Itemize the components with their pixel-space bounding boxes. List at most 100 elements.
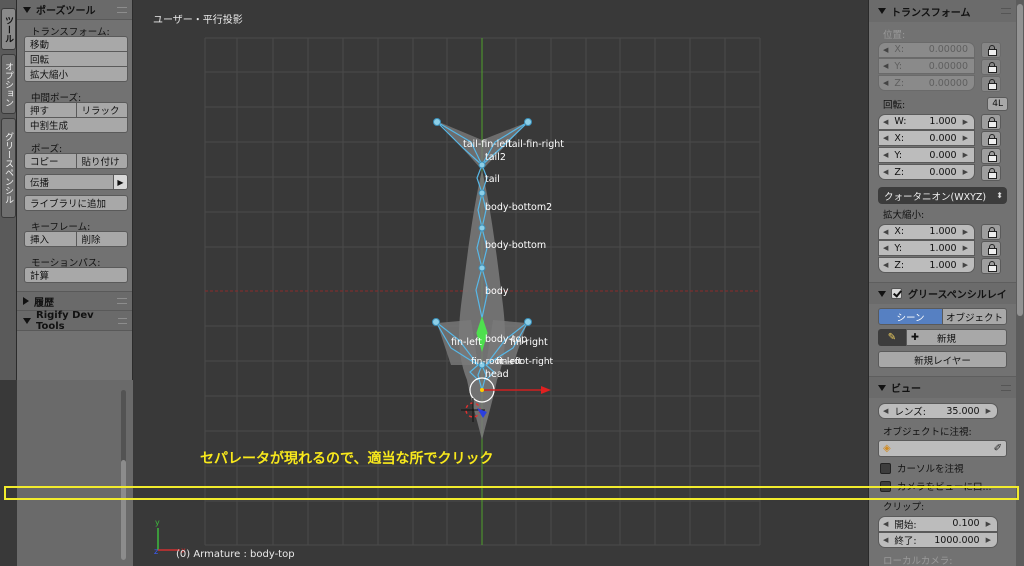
bone-label: body-bottom2 [485,202,553,213]
increment-arrow-icon: ▶ [962,261,968,269]
lock-icon [987,117,997,128]
lock-icon [987,244,997,255]
lock-object-field[interactable]: ◈ ✐ [878,440,1007,457]
rotation-w-lock-button[interactable] [981,113,1001,130]
location-z-lock-button[interactable] [981,75,1001,92]
calculate-motion-path-button[interactable]: 計算 [24,267,128,283]
location-x-lock-button[interactable] [981,41,1001,58]
lock-icon [987,62,997,73]
clip-end-field[interactable]: ◀ 終了: 1000.000 ▶ [878,532,998,548]
rigify-header[interactable]: Rigify Dev Tools [17,310,132,332]
rotation-4l-toggle[interactable]: 4L [987,96,1008,111]
rotation-x-field[interactable]: ◀ X: 0.000 ▶ [878,130,975,146]
transform-panel-header[interactable]: トランスフォーム [869,0,1016,22]
insert-keyframe-button[interactable]: 挿入 [24,231,77,247]
viewport-grid: y x z [154,37,761,556]
rotation-mode-select[interactable]: クォータニオン(WXYZ) ⬍ [878,187,1007,204]
increment-arrow-icon: ▶ [962,151,968,159]
properties-scrollbar[interactable] [1016,0,1024,566]
drag-grip-icon[interactable] [1001,8,1011,14]
scale-x-lock-button[interactable] [981,223,1001,240]
inbetween-label: 中間ポーズ: [31,93,82,104]
location-label: 位置: [883,29,906,41]
location-y-lock-button[interactable] [981,58,1001,75]
clip-start-field[interactable]: ◀ 開始: 0.100 ▶ [878,515,998,532]
bone-label: body-bottom [485,240,547,251]
scale-y-field[interactable]: ◀ Y: 1.000 ▶ [878,240,975,256]
location-x-field[interactable]: ◀ X: 0.00000 [878,41,975,58]
lock-to-object-label: オブジェクトに注視: [883,426,972,438]
clip-label: クリップ: [883,501,925,513]
increment-arrow-icon: ▶ [962,227,968,236]
svg-text:y: y [155,518,160,527]
delete-keyframe-button[interactable]: 削除 [75,231,128,247]
view-panel-header[interactable]: ビュー [869,376,1016,398]
rotate-button[interactable]: 回転 [24,51,128,67]
decrement-arrow-icon: ◀ [883,244,889,252]
location-y-field[interactable]: ◀ Y: 0.00000 [878,58,975,74]
motion-path-label: モーションパス: [31,258,101,269]
scale-button[interactable]: 拡大縮小 [24,66,128,82]
history-header[interactable]: 履歴 [17,291,132,311]
tool-shelf-scroll-thumb[interactable] [121,460,126,560]
rotation-z-field[interactable]: ◀ Z: 0.000 ▶ [878,164,975,180]
breakdown-button[interactable]: 中割生成 [24,117,128,133]
rotation-y-lock-button[interactable] [981,147,1001,164]
scale-z-lock-button[interactable] [981,257,1001,274]
tool-shelf-empty-area [17,380,133,566]
propagate-menu-arrow-icon[interactable]: ▶ [113,175,127,189]
local-camera-label: ローカルカメラ: [883,555,953,566]
tool-shelf-scrollbar[interactable] [121,390,126,560]
lock-to-cursor-checkbox[interactable] [880,462,891,474]
lock-icon [987,79,997,90]
grease-pencil-panel-header[interactable]: グリースペンシルレイ [869,282,1016,304]
decrement-arrow-icon: ◀ [883,62,889,70]
new-grease-pencil-button[interactable]: ✚ 新規 [906,329,1007,346]
cube-icon: ◈ [883,443,891,454]
3d-viewport[interactable]: y x z tail-fin-left tail-fin-right tail2… [133,0,868,566]
tab-options[interactable]: オプション [1,54,16,114]
rotation-w-field[interactable]: ◀ W: 1.000 ▶ [878,113,975,130]
pose-label: ポーズ: [31,144,63,155]
increment-arrow-icon: ▶ [985,519,991,528]
add-to-library-button[interactable]: ライブラリに追加 [24,195,128,211]
relax-button[interactable]: リラック [75,102,128,118]
scale-x-field[interactable]: ◀ X: 1.000 ▶ [878,223,975,240]
eyedropper-icon[interactable]: ✐ [994,443,1002,454]
pencil-icon[interactable]: ✎ [878,329,906,346]
scale-z-field[interactable]: ◀ Z: 1.000 ▶ [878,257,975,273]
lens-field[interactable]: ◀ レンズ: 35.000 ▶ [878,403,998,419]
grease-pencil-object-toggle[interactable]: オブジェクト [942,308,1007,325]
decrement-arrow-icon: ◀ [883,168,889,176]
scale-y-lock-button[interactable] [981,240,1001,257]
grease-pencil-enable-checkbox[interactable] [891,288,902,299]
rotation-z-lock-button[interactable] [981,164,1001,181]
drag-grip-icon[interactable] [117,298,127,304]
location-z-field[interactable]: ◀ Z: 0.00000 [878,75,975,91]
paste-pose-button[interactable]: 貼り付け [75,153,128,169]
rotation-x-lock-button[interactable] [981,130,1001,147]
lock-icon [987,168,997,179]
increment-arrow-icon: ▶ [962,117,968,126]
increment-arrow-icon: ▶ [985,407,991,415]
propagate-button[interactable]: 伝播 ▶ [24,174,128,190]
drag-grip-icon[interactable] [117,6,127,13]
scale-label: 拡大縮小: [883,209,925,221]
tab-tools[interactable]: ツール [1,8,16,50]
copy-pose-button[interactable]: コピー [24,153,77,169]
tool-tab-strip: ツール オプション グリースペンシル [0,0,17,380]
lock-to-cursor-checkbox-row[interactable]: カーソルを注視 [869,459,1016,477]
properties-panel: トランスフォーム 位置: ◀ X: 0.00000 ◀ Y: 0.00000 ◀… [868,0,1016,566]
grease-pencil-scene-toggle[interactable]: シーン [878,308,943,325]
new-layer-button[interactable]: 新規レイヤー [878,351,1007,368]
expand-triangle-icon [23,297,29,305]
properties-scroll-thumb[interactable] [1017,4,1023,316]
rotation-y-field[interactable]: ◀ Y: 0.000 ▶ [878,147,975,163]
move-button[interactable]: 移動 [24,36,128,52]
collapse-triangle-icon [23,6,31,13]
push-button[interactable]: 押す [24,102,77,118]
pose-tools-header[interactable]: ポーズツール [17,0,132,20]
drag-grip-icon[interactable] [1001,384,1011,391]
tab-grease-pencil[interactable]: グリースペンシル [1,118,16,218]
drag-grip-icon[interactable] [117,317,127,324]
